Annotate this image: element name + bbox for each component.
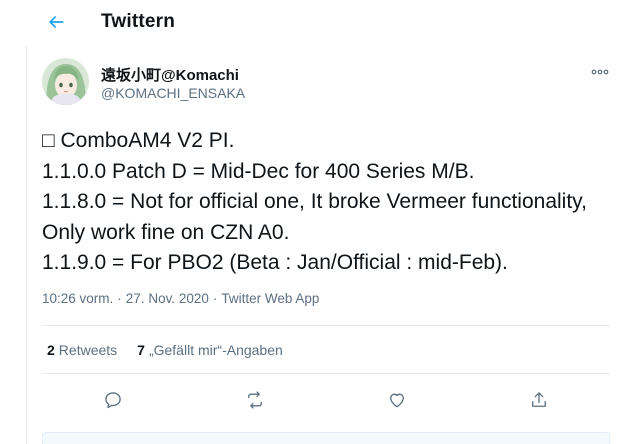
retweets-label: Retweets [58, 342, 118, 358]
retweets-stat[interactable]: 2 Retweets [47, 342, 117, 358]
retweets-count: 2 [47, 342, 55, 358]
reply-icon [105, 392, 121, 409]
user-handle[interactable]: @KOMACHI_ENSAKA [101, 85, 245, 101]
avatar[interactable] [42, 58, 89, 105]
reply-composer[interactable] [42, 432, 610, 444]
tweet-time[interactable]: 10:26 vorm. [42, 291, 113, 306]
tweet-date[interactable]: 27. Nov. 2020 [126, 291, 209, 306]
more-options-button[interactable] [588, 62, 612, 82]
back-button[interactable] [36, 3, 76, 41]
tweet-text: □ ComboAM4 V2 PI. 1.1.0.0 Patch D = Mid-… [42, 129, 587, 274]
tweet-meta: 10:26 vorm. · 27. Nov. 2020 · Twitter We… [42, 291, 319, 306]
heart-icon [390, 393, 404, 408]
retweet-button[interactable] [239, 384, 271, 416]
display-name[interactable]: 遠坂小町@Komachi [101, 64, 239, 85]
more-dots-icon [591, 69, 609, 75]
retweet-icon [248, 391, 262, 409]
page-title: Twittern [101, 11, 176, 32]
meta-separator: · [117, 291, 122, 306]
arrow-left-icon [49, 16, 64, 28]
tweet-source[interactable]: Twitter Web App [221, 291, 319, 306]
tweet-stats: 2 Retweets 7 „Gefällt mir“-Angaben [47, 342, 303, 358]
top-bar: Twittern [0, 0, 624, 46]
share-button[interactable] [523, 384, 555, 416]
meta-separator: · [212, 291, 218, 306]
avatar-image [42, 58, 89, 105]
like-button[interactable] [381, 384, 413, 416]
divider [42, 325, 610, 326]
likes-stat[interactable]: 7 „Gefällt mir“-Angaben [137, 342, 283, 358]
likes-count: 7 [137, 342, 145, 358]
share-icon [532, 392, 546, 407]
reply-button[interactable] [97, 384, 129, 416]
divider [42, 373, 610, 374]
likes-label: „Gefällt mir“-Angaben [148, 342, 283, 358]
tweet-actions [42, 384, 610, 416]
